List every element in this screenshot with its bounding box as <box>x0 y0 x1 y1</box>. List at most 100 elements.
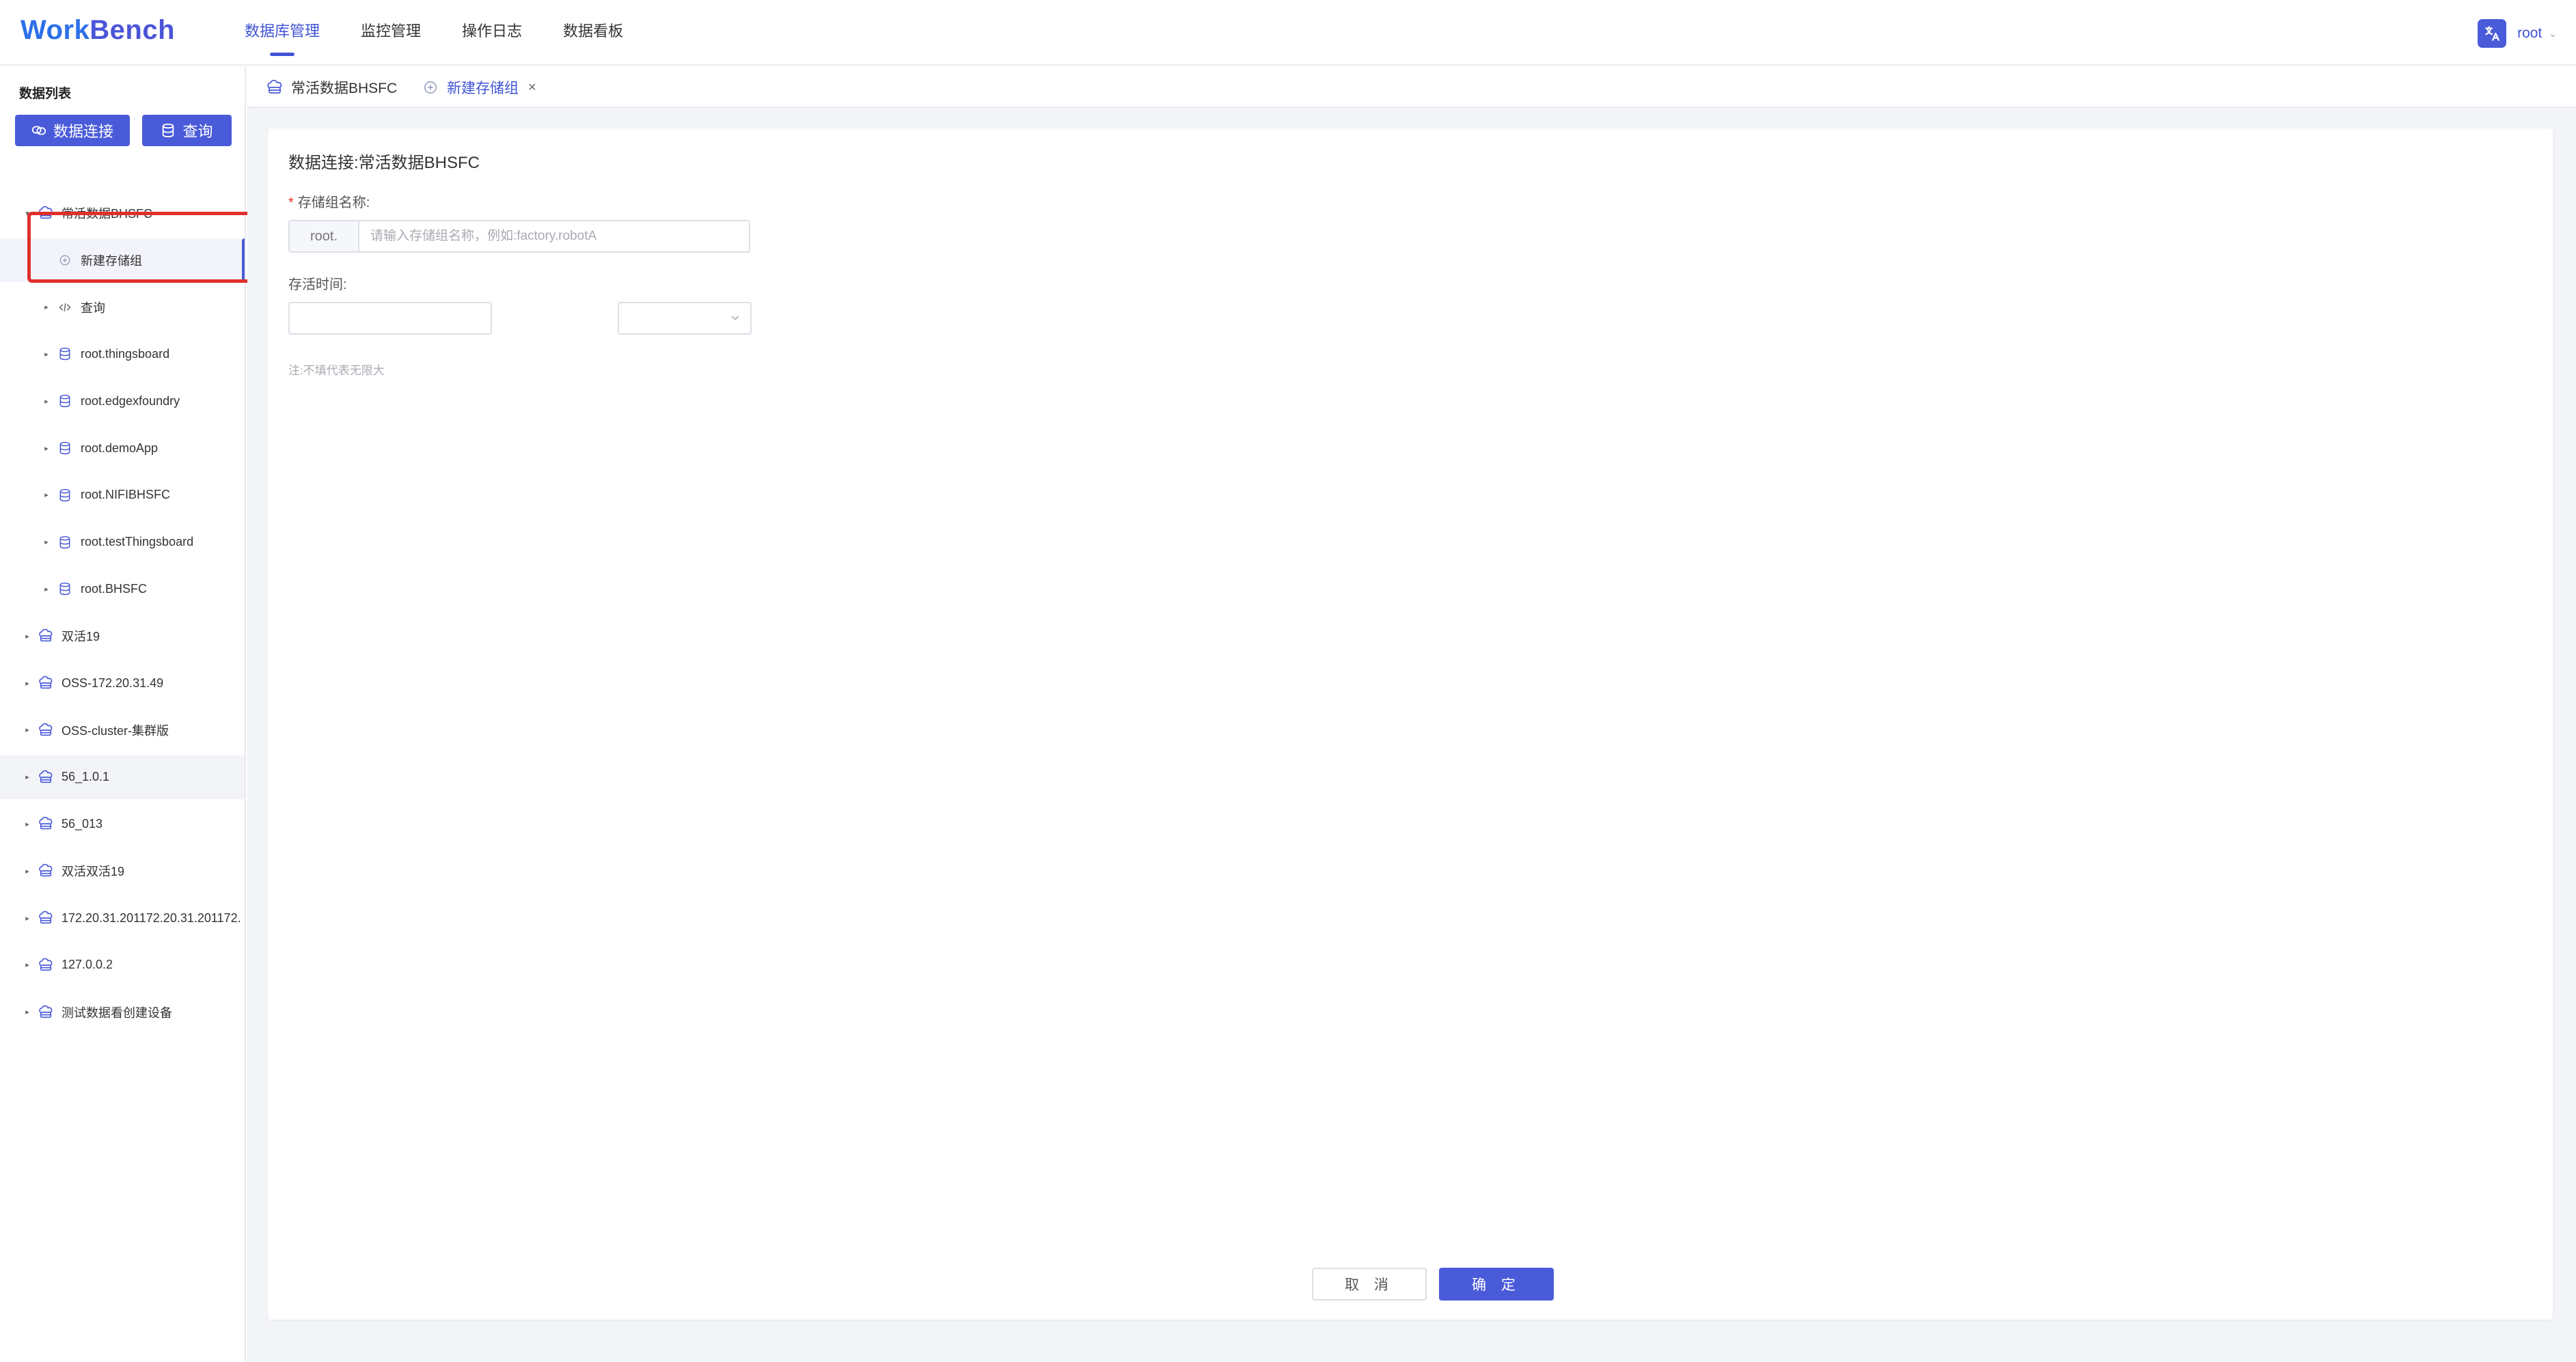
sidebar-title: 数据列表 <box>19 87 72 101</box>
cloud-db-icon <box>38 1005 53 1020</box>
tree-child-node[interactable]: ▸ root.BHSFC <box>0 567 245 611</box>
tree-node-label: 56_013 <box>61 816 103 831</box>
main-area: 常活数据BHSFC 新建存储组 × 数据连接:常活数据BHSFC * 存储组名称:… <box>247 67 2576 1362</box>
caret-right-icon[interactable]: ▸ <box>42 397 51 406</box>
tree-node-label: root.thingsboard <box>81 346 170 361</box>
query-label: 查询 <box>182 123 213 140</box>
caret-right-icon[interactable]: ▸ <box>23 960 31 969</box>
close-icon[interactable]: × <box>528 80 536 96</box>
nav-database-management[interactable]: 数据库管理 <box>245 0 320 66</box>
tree-connection-node[interactable]: ▸ 双活19 <box>0 614 245 658</box>
tree-node-label: 新建存储组 <box>81 253 142 268</box>
caret-right-icon[interactable]: ▸ <box>42 444 51 453</box>
confirm-button[interactable]: 确 定 <box>1439 1268 1554 1301</box>
tab-connection-label: 常活数据BHSFC <box>291 81 398 96</box>
tree-connection-node[interactable]: ▸ 56_013 <box>0 802 245 846</box>
caret-right-icon[interactable]: ▸ <box>42 490 51 499</box>
required-mark: * <box>288 195 294 210</box>
caret-right-icon[interactable]: ▸ <box>42 538 51 546</box>
cloud-db-icon <box>38 770 53 785</box>
tree-node-label: 双活19 <box>61 630 100 644</box>
tab-connection[interactable]: 常活数据BHSFC <box>266 67 397 108</box>
caret-right-icon[interactable]: ▸ <box>23 1007 31 1016</box>
nav-monitoring[interactable]: 监控管理 <box>361 0 421 66</box>
tree-child-node[interactable]: ▸ root.edgexfoundry <box>0 379 245 423</box>
tree-connection-node[interactable]: ▸ 测试数据看创建设备 <box>0 990 245 1034</box>
tree-node-label: 双活双活19 <box>61 865 125 879</box>
selection-indicator <box>242 238 245 282</box>
tree-connection-node[interactable]: ▸ 172.20.31.201172.20.31.201172. <box>0 896 245 940</box>
caret-right-icon[interactable]: ▸ <box>42 350 51 359</box>
plus-circle-icon <box>422 79 439 96</box>
user-menu[interactable]: root ⌄ <box>2478 19 2557 48</box>
caret-right-icon[interactable]: ▸ <box>42 303 51 311</box>
database-icon <box>57 393 72 408</box>
app-logo[interactable]: WorkBench <box>20 15 175 46</box>
cloud-db-icon <box>38 628 53 643</box>
ttl-unit-select[interactable] <box>618 302 752 335</box>
tree-node-label: 常活数据BHSFC <box>61 207 153 221</box>
tree-child-node[interactable]: ▸ root.testThingsboard <box>0 520 245 564</box>
cloud-db-icon <box>266 79 283 96</box>
cloud-db-icon <box>38 911 53 926</box>
tree-connection-node[interactable]: ▸ OSS-cluster-集群版 <box>0 708 245 752</box>
database-icon <box>57 441 72 456</box>
caret-right-icon[interactable]: ▸ <box>23 725 31 734</box>
plus-circle-icon <box>57 253 72 268</box>
caret-right-icon[interactable]: ▸ <box>23 867 31 876</box>
tree-child-node[interactable]: ▸ root.NIFIBHSFC <box>0 473 245 517</box>
data-connection-button[interactable]: 数据连接 <box>15 115 130 146</box>
cloud-db-icon <box>38 676 53 691</box>
database-icon <box>57 535 72 550</box>
top-header: WorkBench 数据库管理 监控管理 操作日志 数据看板 root ⌄ <box>0 0 2576 66</box>
ttl-label: 存活时间: <box>288 277 347 292</box>
database-icon <box>57 488 72 503</box>
storage-group-name-label-text: 存储组名称: <box>297 195 370 210</box>
tree-node-label: OSS-cluster-集群版 <box>61 723 169 738</box>
tree-connection-node[interactable]: ▾ 常活数据BHSFC <box>0 191 245 235</box>
link-icon <box>31 123 46 138</box>
logo-text-work: Work <box>20 15 90 45</box>
caret-right-icon[interactable]: ▸ <box>23 632 31 641</box>
tree-child-node[interactable]: ▸ root.demoApp <box>0 426 245 470</box>
chevron-down-icon[interactable]: ⌄ <box>2549 28 2557 40</box>
tree-node-label: 测试数据看创建设备 <box>61 1005 172 1020</box>
cloud-db-icon <box>38 723 53 738</box>
caret-right-icon[interactable]: ▸ <box>23 914 31 923</box>
ttl-hint: 注:不填代表无限大 <box>288 364 385 377</box>
nav-dashboard[interactable]: 数据看板 <box>563 0 623 66</box>
tree-child-node[interactable]: ▸ 查询 <box>0 286 245 329</box>
tab-new-storage-group[interactable]: 新建存储组 × <box>422 67 536 108</box>
tab-bar: 常活数据BHSFC 新建存储组 × <box>247 67 2576 108</box>
tree-node-label: root.BHSFC <box>81 581 148 596</box>
tree-node-label: 127.0.0.2 <box>61 958 113 972</box>
tree-node-label: OSS-172.20.31.49 <box>61 676 164 690</box>
tree-node-label: root.testThingsboard <box>81 535 194 549</box>
query-button[interactable]: 查询 <box>142 115 232 146</box>
form-title: 数据连接:常活数据BHSFC <box>288 154 480 172</box>
nav-operation-log[interactable]: 操作日志 <box>462 0 522 66</box>
form-actions: 取 消 确 定 <box>1312 1268 1554 1301</box>
cloud-db-icon <box>38 816 53 831</box>
cloud-db-icon <box>38 206 53 221</box>
form-card: 数据连接:常活数据BHSFC *存储组名称: root. 存活时间: 注:不填代… <box>268 128 2553 1320</box>
ttl-input[interactable] <box>288 302 492 335</box>
tree-child-node[interactable]: ▸ root.thingsboard <box>0 332 245 376</box>
storage-group-name-input[interactable] <box>359 221 749 251</box>
caret-right-icon[interactable]: ▸ <box>23 773 31 781</box>
tree-connection-node[interactable]: ▸ 127.0.0.2 <box>0 943 245 987</box>
cancel-button[interactable]: 取 消 <box>1312 1268 1427 1301</box>
translate-icon[interactable] <box>2478 19 2507 48</box>
user-name[interactable]: root <box>2517 25 2542 42</box>
tree-connection-node[interactable]: ▸ 双活双活19 <box>0 849 245 893</box>
caret-right-icon[interactable]: ▸ <box>23 820 31 829</box>
tree-connection-node[interactable]: ▸ OSS-172.20.31.49 <box>0 661 245 705</box>
storage-group-name-label: * 存储组名称: <box>288 191 370 211</box>
caret-right-icon[interactable]: ▸ <box>23 679 31 688</box>
tree-connection-node[interactable]: ▸ 56_1.0.1 <box>0 755 245 799</box>
caret-down-icon[interactable]: ▾ <box>23 209 31 218</box>
tree-node-label: 172.20.31.201172.20.31.201172. <box>61 911 241 925</box>
storage-group-name-field: root. <box>288 220 750 253</box>
caret-right-icon[interactable]: ▸ <box>42 585 51 594</box>
tree-child-node[interactable]: 新建存储组 <box>0 238 245 282</box>
